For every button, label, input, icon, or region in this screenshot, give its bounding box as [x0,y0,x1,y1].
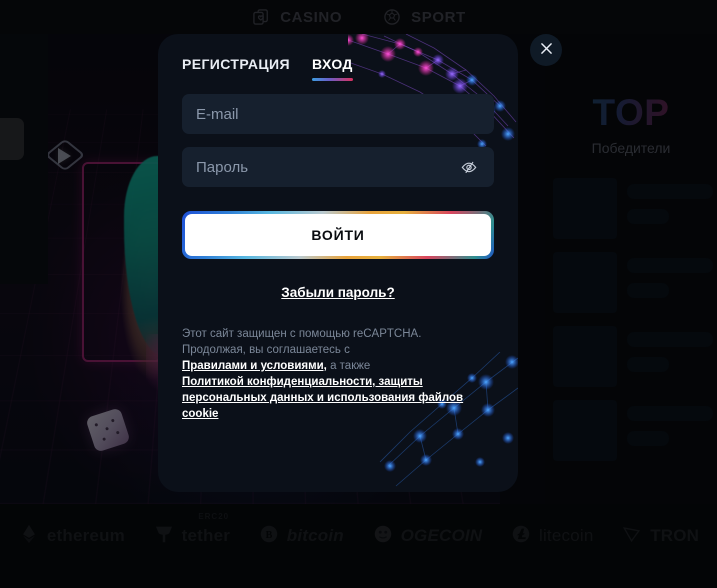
email-input[interactable] [196,105,480,123]
legal-conjunction: а также [326,360,371,372]
password-field-wrapper[interactable] [182,147,494,187]
legal-terms-line: Правилами и условиями, а также [182,358,494,374]
submit-gradient-border: ВОЙТИ [182,211,494,259]
tab-registration[interactable]: РЕГИСТРАЦИЯ [182,56,290,81]
recaptcha-notice-line1: Этот сайт защищен с помощью reCAPTCHA. [182,328,422,340]
auth-tabs: РЕГИСТРАЦИЯ ВХОД [182,56,494,81]
legal-text-block: Этот сайт защищен с помощью reCAPTCHA. П… [182,326,494,422]
password-input[interactable] [196,158,458,176]
eye-slash-icon[interactable] [458,156,480,178]
login-submit-button[interactable]: ВОЙТИ [185,214,491,256]
close-x-icon [538,40,555,60]
auth-modal: РЕГИСТРАЦИЯ ВХОД ВОЙТ [158,34,518,492]
legal-privacy-line: Политикой конфиденциальности, защиты пер… [182,374,494,422]
privacy-policy-link[interactable]: Политикой конфиденциальности, защиты пер… [182,376,463,420]
forgot-password-link[interactable]: Забыли пароль? [182,285,494,300]
close-modal-button[interactable] [530,34,562,66]
app-root: CASINO SPORT TOP Победители [0,0,717,588]
terms-and-conditions-link[interactable]: Правилами и условиями, [182,360,327,372]
email-field-wrapper[interactable] [182,94,494,134]
tab-login[interactable]: ВХОД [311,56,353,81]
recaptcha-notice-line2: Продолжая, вы соглашаетесь с [182,344,350,356]
